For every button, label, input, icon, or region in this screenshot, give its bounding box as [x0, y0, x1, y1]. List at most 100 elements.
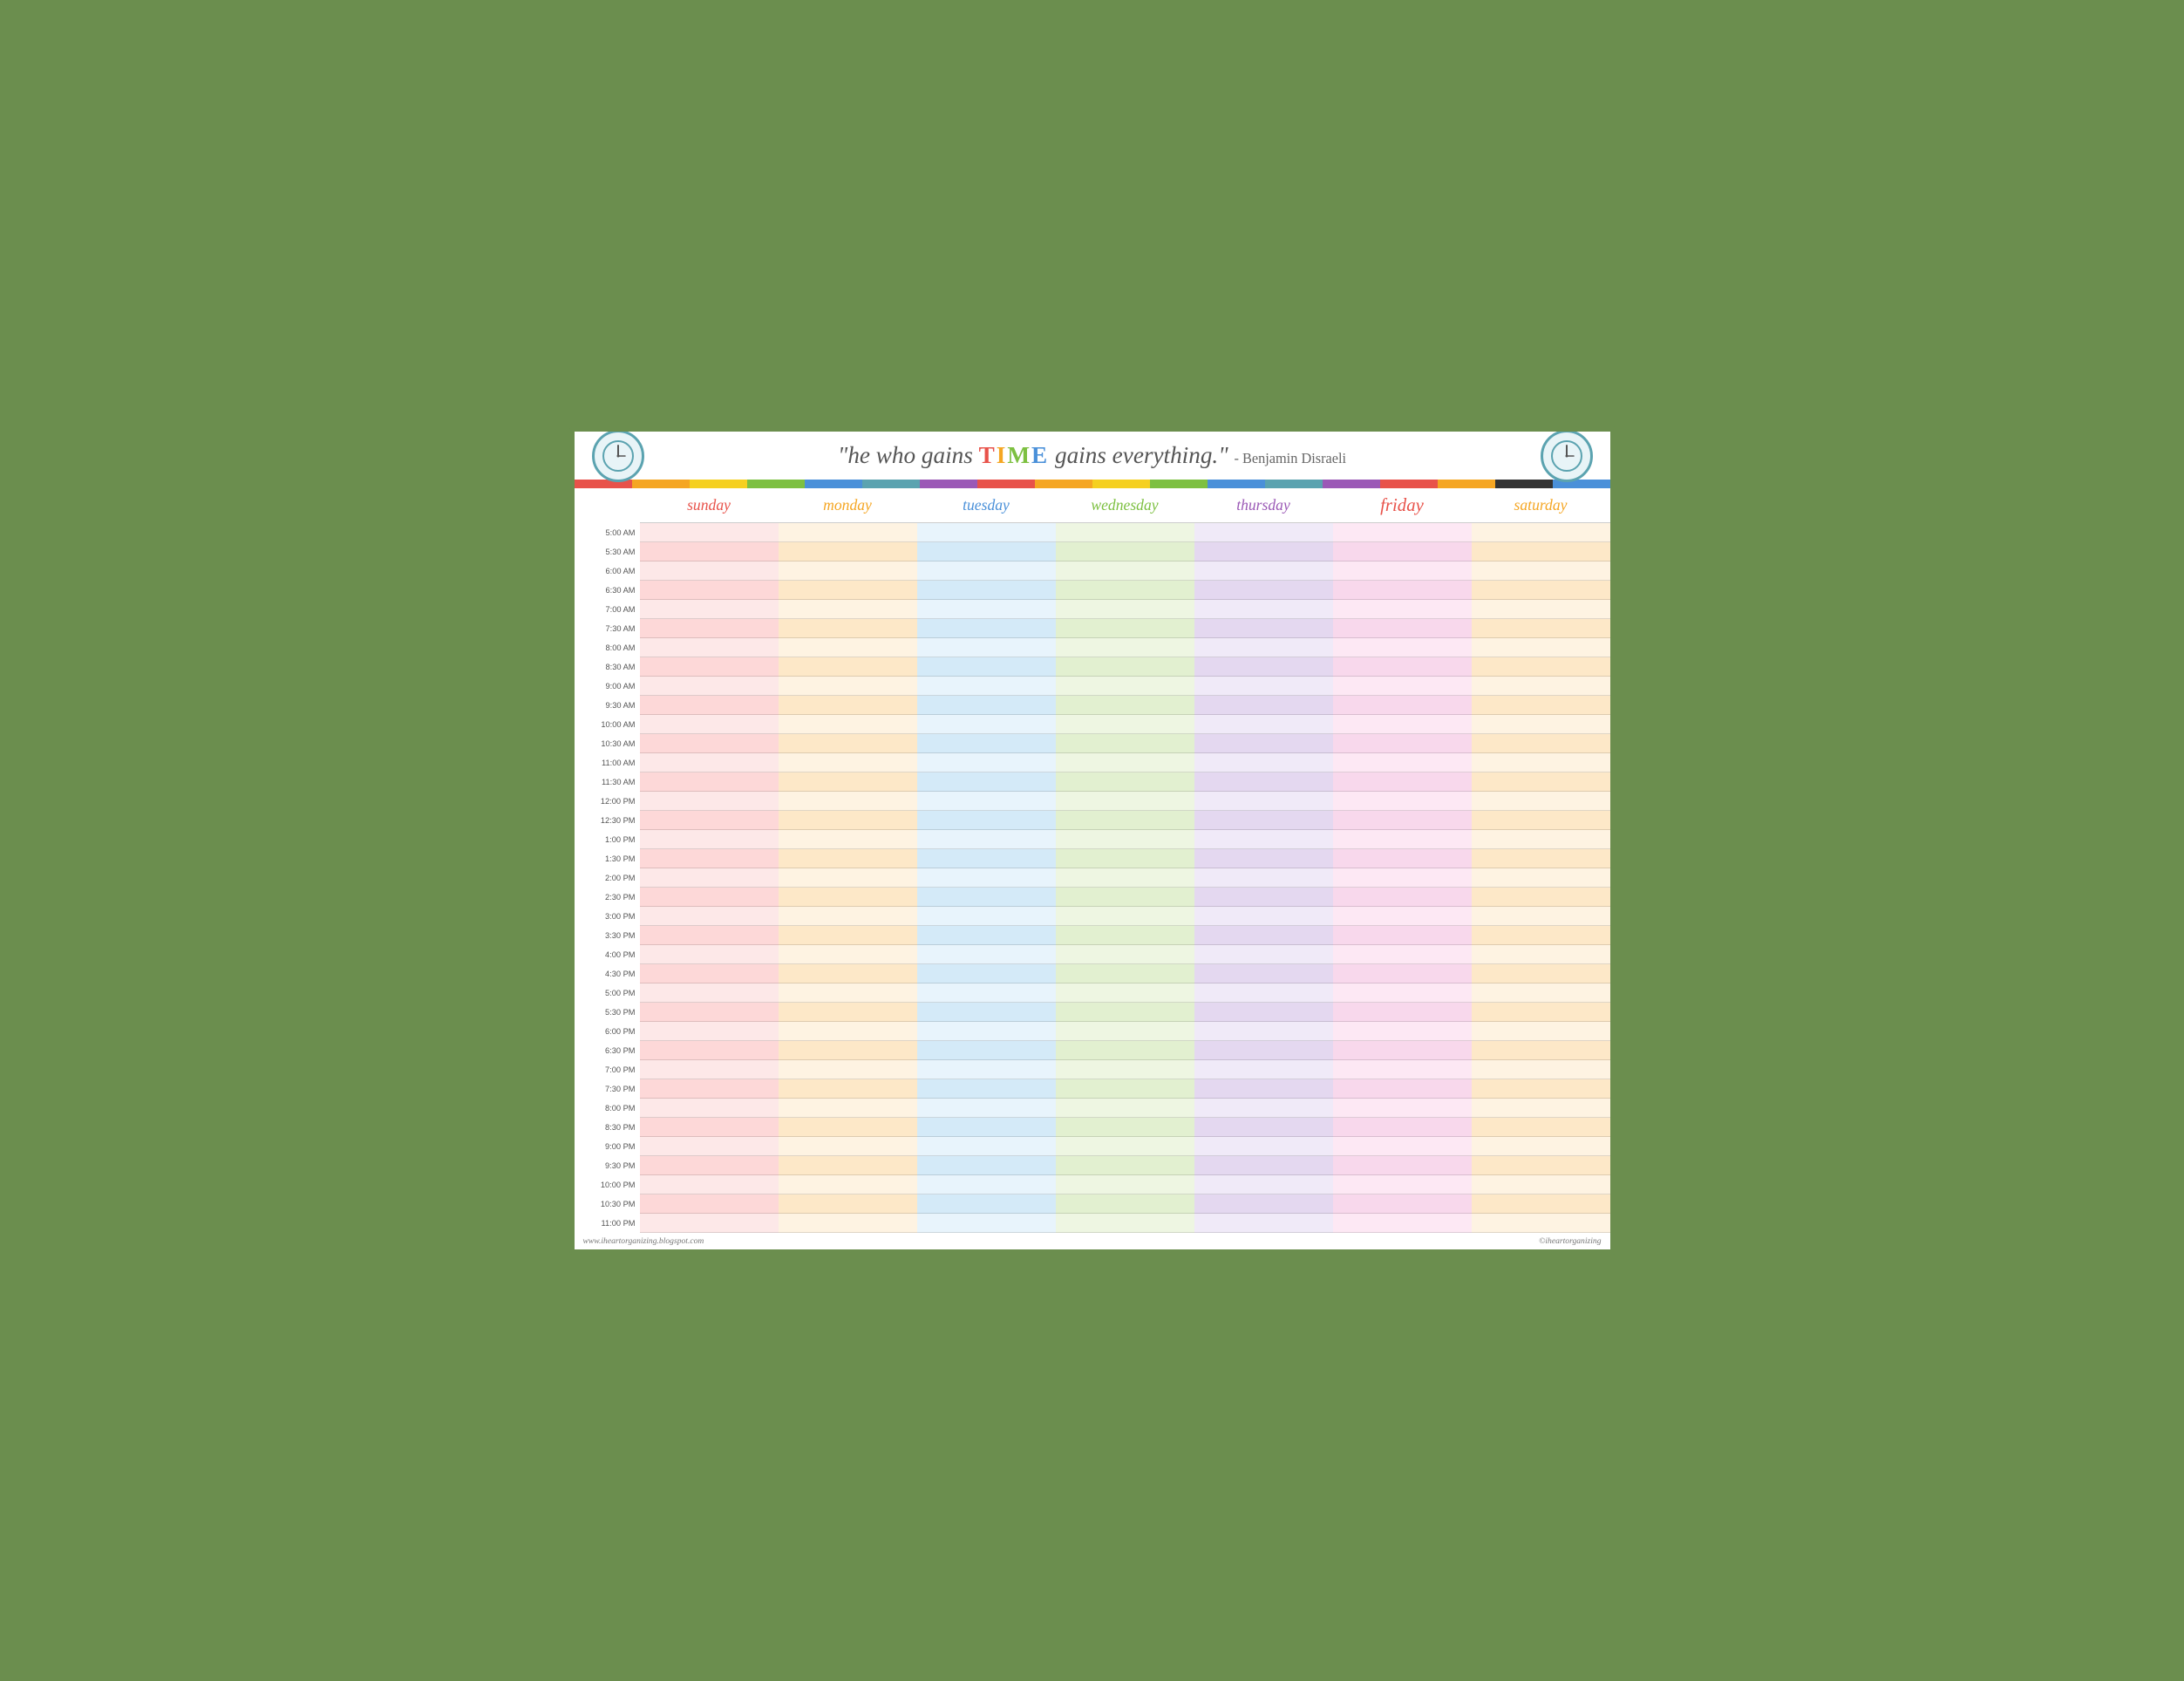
day-cell[interactable]	[779, 945, 917, 964]
day-cell[interactable]	[1056, 677, 1194, 696]
day-cell[interactable]	[917, 1079, 1056, 1099]
day-cell[interactable]	[1194, 1041, 1333, 1060]
day-cell[interactable]	[1472, 677, 1610, 696]
day-cell[interactable]	[640, 677, 779, 696]
day-cell[interactable]	[1333, 888, 1472, 907]
day-cell[interactable]	[1056, 1175, 1194, 1194]
day-cell[interactable]	[1333, 1214, 1472, 1233]
day-cell[interactable]	[1472, 1003, 1610, 1022]
day-cell[interactable]	[779, 734, 917, 753]
day-cell[interactable]	[1333, 1194, 1472, 1214]
day-cell[interactable]	[1194, 1022, 1333, 1041]
day-cell[interactable]	[917, 1003, 1056, 1022]
day-cell[interactable]	[1472, 1214, 1610, 1233]
day-cell[interactable]	[1333, 1003, 1472, 1022]
day-cell[interactable]	[1194, 677, 1333, 696]
day-cell[interactable]	[1472, 600, 1610, 619]
day-cell[interactable]	[640, 868, 779, 888]
day-cell[interactable]	[1333, 1022, 1472, 1041]
day-cell[interactable]	[917, 1137, 1056, 1156]
day-cell[interactable]	[1333, 1137, 1472, 1156]
day-cell[interactable]	[1056, 888, 1194, 907]
day-cell[interactable]	[1194, 830, 1333, 849]
day-cell[interactable]	[1472, 888, 1610, 907]
day-cell[interactable]	[1472, 696, 1610, 715]
day-cell[interactable]	[1194, 1175, 1333, 1194]
day-cell[interactable]	[1056, 638, 1194, 657]
day-cell[interactable]	[1056, 1118, 1194, 1137]
day-cell[interactable]	[1333, 1079, 1472, 1099]
day-cell[interactable]	[779, 1137, 917, 1156]
day-cell[interactable]	[1194, 888, 1333, 907]
day-cell[interactable]	[640, 1099, 779, 1118]
day-cell[interactable]	[779, 696, 917, 715]
day-cell[interactable]	[1056, 600, 1194, 619]
day-cell[interactable]	[640, 523, 779, 542]
day-cell[interactable]	[917, 638, 1056, 657]
day-cell[interactable]	[917, 581, 1056, 600]
day-cell[interactable]	[1333, 964, 1472, 983]
day-cell[interactable]	[1194, 696, 1333, 715]
day-cell[interactable]	[779, 868, 917, 888]
day-cell[interactable]	[1194, 849, 1333, 868]
day-cell[interactable]	[1056, 830, 1194, 849]
day-cell[interactable]	[640, 734, 779, 753]
day-cell[interactable]	[1056, 1041, 1194, 1060]
day-cell[interactable]	[640, 983, 779, 1003]
day-cell[interactable]	[1194, 581, 1333, 600]
day-cell[interactable]	[917, 964, 1056, 983]
day-cell[interactable]	[1333, 1060, 1472, 1079]
day-cell[interactable]	[640, 907, 779, 926]
day-cell[interactable]	[640, 619, 779, 638]
day-cell[interactable]	[1472, 1041, 1610, 1060]
day-cell[interactable]	[1056, 1156, 1194, 1175]
day-cell[interactable]	[640, 753, 779, 772]
day-cell[interactable]	[640, 772, 779, 792]
day-cell[interactable]	[1194, 1118, 1333, 1137]
day-cell[interactable]	[640, 849, 779, 868]
day-cell[interactable]	[779, 888, 917, 907]
day-cell[interactable]	[779, 542, 917, 561]
day-cell[interactable]	[1472, 926, 1610, 945]
day-cell[interactable]	[779, 600, 917, 619]
day-cell[interactable]	[640, 657, 779, 677]
day-cell[interactable]	[1472, 849, 1610, 868]
day-cell[interactable]	[1056, 811, 1194, 830]
day-cell[interactable]	[1056, 523, 1194, 542]
day-cell[interactable]	[779, 1194, 917, 1214]
day-cell[interactable]	[917, 753, 1056, 772]
day-cell[interactable]	[1194, 1194, 1333, 1214]
day-cell[interactable]	[640, 542, 779, 561]
day-cell[interactable]	[1333, 983, 1472, 1003]
day-cell[interactable]	[917, 561, 1056, 581]
day-cell[interactable]	[779, 1041, 917, 1060]
day-cell[interactable]	[779, 561, 917, 581]
day-cell[interactable]	[1472, 523, 1610, 542]
day-cell[interactable]	[1194, 868, 1333, 888]
day-cell[interactable]	[640, 696, 779, 715]
day-cell[interactable]	[1472, 907, 1610, 926]
day-cell[interactable]	[640, 1156, 779, 1175]
day-cell[interactable]	[640, 638, 779, 657]
day-cell[interactable]	[1194, 907, 1333, 926]
day-cell[interactable]	[917, 849, 1056, 868]
day-cell[interactable]	[779, 1003, 917, 1022]
day-cell[interactable]	[917, 1118, 1056, 1137]
day-cell[interactable]	[779, 1175, 917, 1194]
day-cell[interactable]	[1194, 1079, 1333, 1099]
day-cell[interactable]	[917, 657, 1056, 677]
day-cell[interactable]	[640, 561, 779, 581]
day-cell[interactable]	[1056, 734, 1194, 753]
day-cell[interactable]	[917, 619, 1056, 638]
day-cell[interactable]	[1194, 600, 1333, 619]
day-cell[interactable]	[1194, 542, 1333, 561]
day-cell[interactable]	[779, 772, 917, 792]
day-cell[interactable]	[1472, 561, 1610, 581]
day-cell[interactable]	[1333, 523, 1472, 542]
day-cell[interactable]	[1472, 1118, 1610, 1137]
day-cell[interactable]	[1333, 830, 1472, 849]
day-cell[interactable]	[640, 945, 779, 964]
day-cell[interactable]	[1333, 811, 1472, 830]
day-cell[interactable]	[1472, 542, 1610, 561]
day-cell[interactable]	[1333, 1156, 1472, 1175]
